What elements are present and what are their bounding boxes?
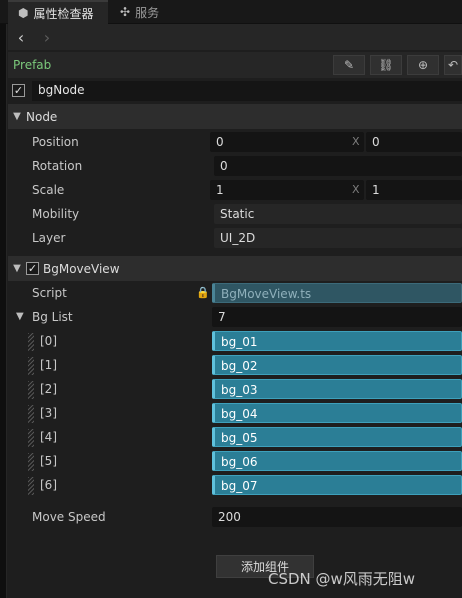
node-section-title: Node: [26, 109, 58, 124]
list-index: [3]: [40, 406, 57, 420]
list-index: [5]: [40, 454, 57, 468]
node-name-input[interactable]: bgNode: [32, 81, 462, 101]
inspector-icon: ⬢: [18, 6, 29, 20]
lock-icon: 🔒: [196, 286, 210, 299]
chevron-down-icon[interactable]: ▼: [16, 311, 24, 322]
chevron-down-icon: ▼: [13, 111, 21, 122]
drag-handle-icon[interactable]: [28, 405, 34, 423]
move-speed-input[interactable]: 200: [212, 507, 462, 527]
node-enabled-checkbox[interactable]: ✓: [12, 84, 25, 97]
node-header: ✓ bgNode: [8, 80, 462, 102]
component-enabled-checkbox[interactable]: ✓: [26, 262, 39, 275]
list-index: [4]: [40, 430, 57, 444]
position-x-input[interactable]: 0: [210, 132, 364, 152]
prefab-label: Prefab: [13, 58, 52, 72]
axis-x-label: X: [352, 135, 360, 148]
tab-inspector[interactable]: ⬢ 属性检查器: [8, 0, 108, 24]
drag-handle-icon[interactable]: [28, 357, 34, 375]
rotation-row: Rotation 0: [8, 156, 462, 178]
layer-select[interactable]: UI_2D: [214, 228, 462, 248]
rotation-label: Rotation: [32, 159, 83, 173]
forward-button[interactable]: ›: [34, 28, 60, 47]
list-item: [0] bg_01: [8, 331, 462, 353]
locate-prefab-button[interactable]: ⊕: [407, 55, 439, 75]
script-label: Script: [32, 286, 67, 300]
tab-services[interactable]: ✣ 服务: [110, 0, 170, 24]
bg-asset-field[interactable]: bg_02: [212, 355, 462, 375]
tab-inspector-label: 属性检查器: [33, 6, 94, 21]
move-speed-label: Move Speed: [32, 510, 106, 524]
target-icon: ⊕: [417, 58, 429, 72]
position-row: Position 0 X 0: [8, 132, 462, 154]
edit-prefab-button[interactable]: ✎: [333, 55, 365, 75]
chevron-down-icon: ▼: [13, 263, 21, 274]
panel-tabbar: ⬢ 属性检查器 ✣ 服务: [0, 0, 462, 24]
bg-asset-field[interactable]: bg_07: [212, 475, 462, 495]
revert-icon: ↶: [447, 58, 459, 72]
revert-prefab-button[interactable]: ↶: [444, 55, 462, 75]
script-asset-field[interactable]: BgMoveView.ts: [212, 283, 462, 303]
bg-asset-field[interactable]: bg_01: [212, 331, 462, 351]
unlink-prefab-button[interactable]: ⛓: [370, 55, 402, 75]
list-item: [2] bg_03: [8, 379, 462, 401]
axis-x-label: X: [352, 183, 360, 196]
left-panel-edge: [0, 0, 7, 598]
bg-list-row: ▼ Bg List 7: [8, 307, 462, 329]
component-title: BgMoveView: [43, 261, 120, 276]
scale-row: Scale 1 X 1: [8, 180, 462, 202]
list-item: [4] bg_05: [8, 427, 462, 449]
layer-label: Layer: [32, 231, 66, 245]
node-section-header[interactable]: ▼ Node: [8, 104, 462, 129]
list-index: [1]: [40, 358, 57, 372]
edit-icon: ✎: [343, 58, 355, 72]
prefab-toolbar: Prefab ✎ ⛓ ⊕ ↶: [8, 52, 462, 78]
mobility-label: Mobility: [32, 207, 80, 221]
layer-row: Layer UI_2D: [8, 228, 462, 250]
list-index: [6]: [40, 478, 57, 492]
mobility-row: Mobility Static: [8, 204, 462, 226]
scale-y-input[interactable]: 1: [366, 180, 462, 200]
script-row: Script 🔒 BgMoveView.ts: [8, 283, 462, 305]
list-item: [3] bg_04: [8, 403, 462, 425]
drag-handle-icon[interactable]: [28, 333, 34, 351]
scale-x-input[interactable]: 1: [210, 180, 364, 200]
bg-asset-field[interactable]: bg_05: [212, 427, 462, 447]
tab-services-label: 服务: [135, 5, 160, 20]
history-navbar: ‹ ›: [8, 24, 462, 50]
bg-asset-field[interactable]: bg_04: [212, 403, 462, 423]
bg-list-label: Bg List: [32, 310, 73, 324]
scale-label: Scale: [32, 183, 65, 197]
bg-list-count-input[interactable]: 7: [212, 307, 462, 327]
list-index: [0]: [40, 334, 57, 348]
rotation-input[interactable]: 0: [214, 156, 462, 176]
bg-asset-field[interactable]: bg_06: [212, 451, 462, 471]
drag-handle-icon[interactable]: [28, 381, 34, 399]
list-item: [1] bg_02: [8, 355, 462, 377]
back-button[interactable]: ‹: [8, 28, 34, 47]
position-y-input[interactable]: 0: [366, 132, 462, 152]
drag-handle-icon[interactable]: [28, 477, 34, 495]
list-item: [5] bg_06: [8, 451, 462, 473]
bg-asset-field[interactable]: bg_03: [212, 379, 462, 399]
unlink-icon: ⛓: [378, 58, 394, 72]
grid-icon: ✣: [120, 5, 131, 19]
mobility-select[interactable]: Static: [214, 204, 462, 224]
watermark-text: CSDN @w风雨无阻w: [268, 570, 416, 588]
move-speed-row: Move Speed 200: [8, 507, 462, 529]
list-index: [2]: [40, 382, 57, 396]
component-section-header[interactable]: ▼ ✓ BgMoveView: [8, 256, 462, 281]
drag-handle-icon[interactable]: [28, 453, 34, 471]
drag-handle-icon[interactable]: [28, 429, 34, 447]
list-item: [6] bg_07: [8, 475, 462, 497]
position-label: Position: [32, 135, 79, 149]
